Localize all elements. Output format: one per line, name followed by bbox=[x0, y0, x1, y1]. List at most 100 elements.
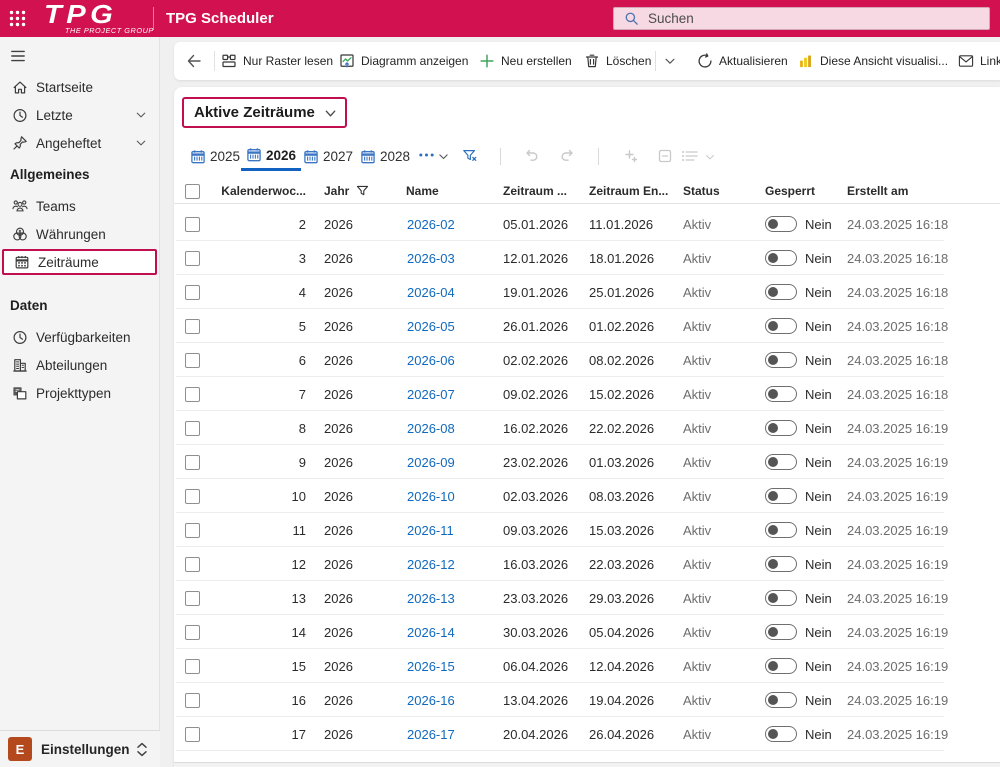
sidebar-item-teams[interactable]: Teams bbox=[0, 192, 160, 220]
cmd-button-5[interactable]: Diese Ansicht visualisi... bbox=[798, 42, 948, 80]
row-checkbox[interactable] bbox=[185, 377, 200, 411]
undo-icon[interactable] bbox=[524, 148, 540, 164]
cell-name-link[interactable]: 2026-14 bbox=[407, 615, 455, 649]
view-selector-dropdown[interactable]: Aktive Zeiträume bbox=[182, 97, 347, 128]
row-checkbox[interactable] bbox=[185, 411, 200, 445]
cell-name-link[interactable]: 2026-04 bbox=[407, 275, 455, 309]
back-button[interactable] bbox=[186, 42, 202, 80]
row-checkbox[interactable] bbox=[185, 241, 200, 275]
gesperrt-toggle[interactable] bbox=[765, 717, 797, 751]
gesperrt-toggle[interactable] bbox=[765, 547, 797, 581]
row-checkbox[interactable] bbox=[185, 547, 200, 581]
column-header-zeitraum-ende[interactable]: Zeitraum En... bbox=[589, 178, 668, 204]
column-header-gesperrt[interactable]: Gesperrt bbox=[765, 178, 815, 204]
gesperrt-toggle[interactable] bbox=[765, 615, 797, 649]
cmdbar-overflow-button[interactable] bbox=[663, 42, 679, 80]
clear-filter-icon[interactable] bbox=[462, 148, 478, 163]
gesperrt-toggle[interactable] bbox=[765, 513, 797, 547]
cmd-button-4[interactable]: Aktualisieren bbox=[697, 42, 788, 80]
row-checkbox[interactable] bbox=[185, 275, 200, 309]
sidebar-footer-settings[interactable]: E Einstellungen bbox=[0, 730, 160, 767]
cell-name-link[interactable]: 2026-17 bbox=[407, 717, 455, 751]
cell-zeitraum-ende: 26.04.2026 bbox=[589, 717, 654, 751]
cell-name-link[interactable]: 2026-10 bbox=[407, 479, 455, 513]
year-tab-2025[interactable]: 2025 bbox=[185, 142, 245, 171]
gesperrt-toggle[interactable] bbox=[765, 479, 797, 513]
tabs-more-chevron-icon[interactable] bbox=[437, 150, 450, 163]
app-launcher-waffle-icon[interactable] bbox=[9, 10, 26, 27]
row-checkbox[interactable] bbox=[185, 207, 200, 241]
row-checkbox[interactable] bbox=[185, 717, 200, 751]
select-all-checkbox[interactable] bbox=[185, 178, 200, 204]
add-row-icon[interactable] bbox=[623, 148, 639, 164]
gesperrt-toggle[interactable] bbox=[765, 649, 797, 683]
sidebar-item-währungen[interactable]: Währungen bbox=[0, 220, 160, 248]
row-checkbox[interactable] bbox=[185, 683, 200, 717]
column-header-kalenderwoche[interactable]: Kalenderwoc... bbox=[220, 178, 306, 204]
cell-zeitraum-ende: 29.03.2026 bbox=[589, 581, 654, 615]
cell-name-link[interactable]: 2026-08 bbox=[407, 411, 455, 445]
cell-name-link[interactable]: 2026-13 bbox=[407, 581, 455, 615]
gesperrt-toggle[interactable] bbox=[765, 445, 797, 479]
gesperrt-toggle[interactable] bbox=[765, 309, 797, 343]
cmd-button-3[interactable]: Löschen bbox=[584, 42, 651, 80]
redo-icon[interactable] bbox=[559, 148, 575, 164]
gesperrt-toggle[interactable] bbox=[765, 207, 797, 241]
column-header-name[interactable]: Name bbox=[406, 178, 439, 204]
cmd-button-0[interactable]: Nur Raster lesen bbox=[221, 42, 333, 80]
row-checkbox[interactable] bbox=[185, 513, 200, 547]
gesperrt-toggle[interactable] bbox=[765, 343, 797, 377]
gesperrt-toggle[interactable] bbox=[765, 377, 797, 411]
column-header-status[interactable]: Status bbox=[683, 178, 720, 204]
gesperrt-toggle[interactable] bbox=[765, 275, 797, 309]
gesperrt-toggle[interactable] bbox=[765, 683, 797, 717]
row-checkbox[interactable] bbox=[185, 581, 200, 615]
cell-name-link[interactable]: 2026-12 bbox=[407, 547, 455, 581]
cell-gesperrt-label: Nein bbox=[805, 343, 832, 377]
chevron-down-icon[interactable] bbox=[135, 137, 147, 149]
global-search-input[interactable]: Suchen bbox=[613, 7, 990, 30]
row-checkbox[interactable] bbox=[185, 615, 200, 649]
sidebar-item-startseite[interactable]: Startseite bbox=[0, 73, 160, 101]
sidebar-item-projekttypen[interactable]: Projekttypen bbox=[0, 379, 160, 407]
row-checkbox[interactable] bbox=[185, 309, 200, 343]
year-tab-2026[interactable]: 2026 bbox=[241, 142, 301, 171]
row-checkbox[interactable] bbox=[185, 343, 200, 377]
sidebar-item-angeheftet[interactable]: Angeheftet bbox=[0, 129, 160, 157]
column-header-erstellt-am[interactable]: Erstellt am bbox=[847, 178, 908, 204]
cell-name-link[interactable]: 2026-05 bbox=[407, 309, 455, 343]
remove-row-icon[interactable] bbox=[657, 148, 673, 164]
main-content-card: Aktive Zeiträume 2025 2026 2027 2028 bbox=[174, 87, 1000, 767]
sidebar-item-letzte[interactable]: Letzte bbox=[0, 101, 160, 129]
row-checkbox[interactable] bbox=[185, 649, 200, 683]
gesperrt-toggle[interactable] bbox=[765, 241, 797, 275]
column-header-zeitraum-start[interactable]: Zeitraum ... bbox=[503, 178, 567, 204]
column-header-jahr[interactable]: Jahr bbox=[324, 178, 369, 204]
year-tab-2027[interactable]: 2027 bbox=[298, 142, 358, 171]
cell-name-link[interactable]: 2026-07 bbox=[407, 377, 455, 411]
cell-name-link[interactable]: 2026-06 bbox=[407, 343, 455, 377]
hamburger-menu-icon[interactable] bbox=[11, 49, 25, 61]
environment-switcher-icon[interactable] bbox=[135, 742, 149, 757]
cmd-button-1[interactable]: Diagramm anzeigen bbox=[339, 42, 468, 80]
sidebar-item-abteilungen[interactable]: Abteilungen bbox=[0, 351, 160, 379]
year-tab-2028[interactable]: 2028 bbox=[355, 142, 415, 171]
cell-name-link[interactable]: 2026-15 bbox=[407, 649, 455, 683]
row-options-icon[interactable] bbox=[681, 148, 699, 164]
cell-name-link[interactable]: 2026-11 bbox=[407, 513, 454, 547]
sidebar-item-zeiträume[interactable]: Zeiträume bbox=[2, 249, 157, 275]
cell-name-link[interactable]: 2026-16 bbox=[407, 683, 455, 717]
cell-name-link[interactable]: 2026-03 bbox=[407, 241, 455, 275]
gesperrt-toggle[interactable] bbox=[765, 581, 797, 615]
row-checkbox[interactable] bbox=[185, 479, 200, 513]
tabs-more-ellipsis[interactable] bbox=[418, 152, 435, 158]
sidebar-item-verfügbarkeiten[interactable]: Verfügbarkeiten bbox=[0, 323, 160, 351]
chevron-down-icon[interactable] bbox=[135, 109, 147, 121]
row-checkbox[interactable] bbox=[185, 445, 200, 479]
cmd-button-6[interactable]: Link bbox=[958, 42, 1000, 80]
cell-name-link[interactable]: 2026-09 bbox=[407, 445, 455, 479]
gesperrt-toggle[interactable] bbox=[765, 411, 797, 445]
cmd-button-2[interactable]: Neu erstellen bbox=[479, 42, 572, 80]
row-options-chevron-icon[interactable] bbox=[704, 151, 716, 163]
cell-name-link[interactable]: 2026-02 bbox=[407, 207, 455, 241]
